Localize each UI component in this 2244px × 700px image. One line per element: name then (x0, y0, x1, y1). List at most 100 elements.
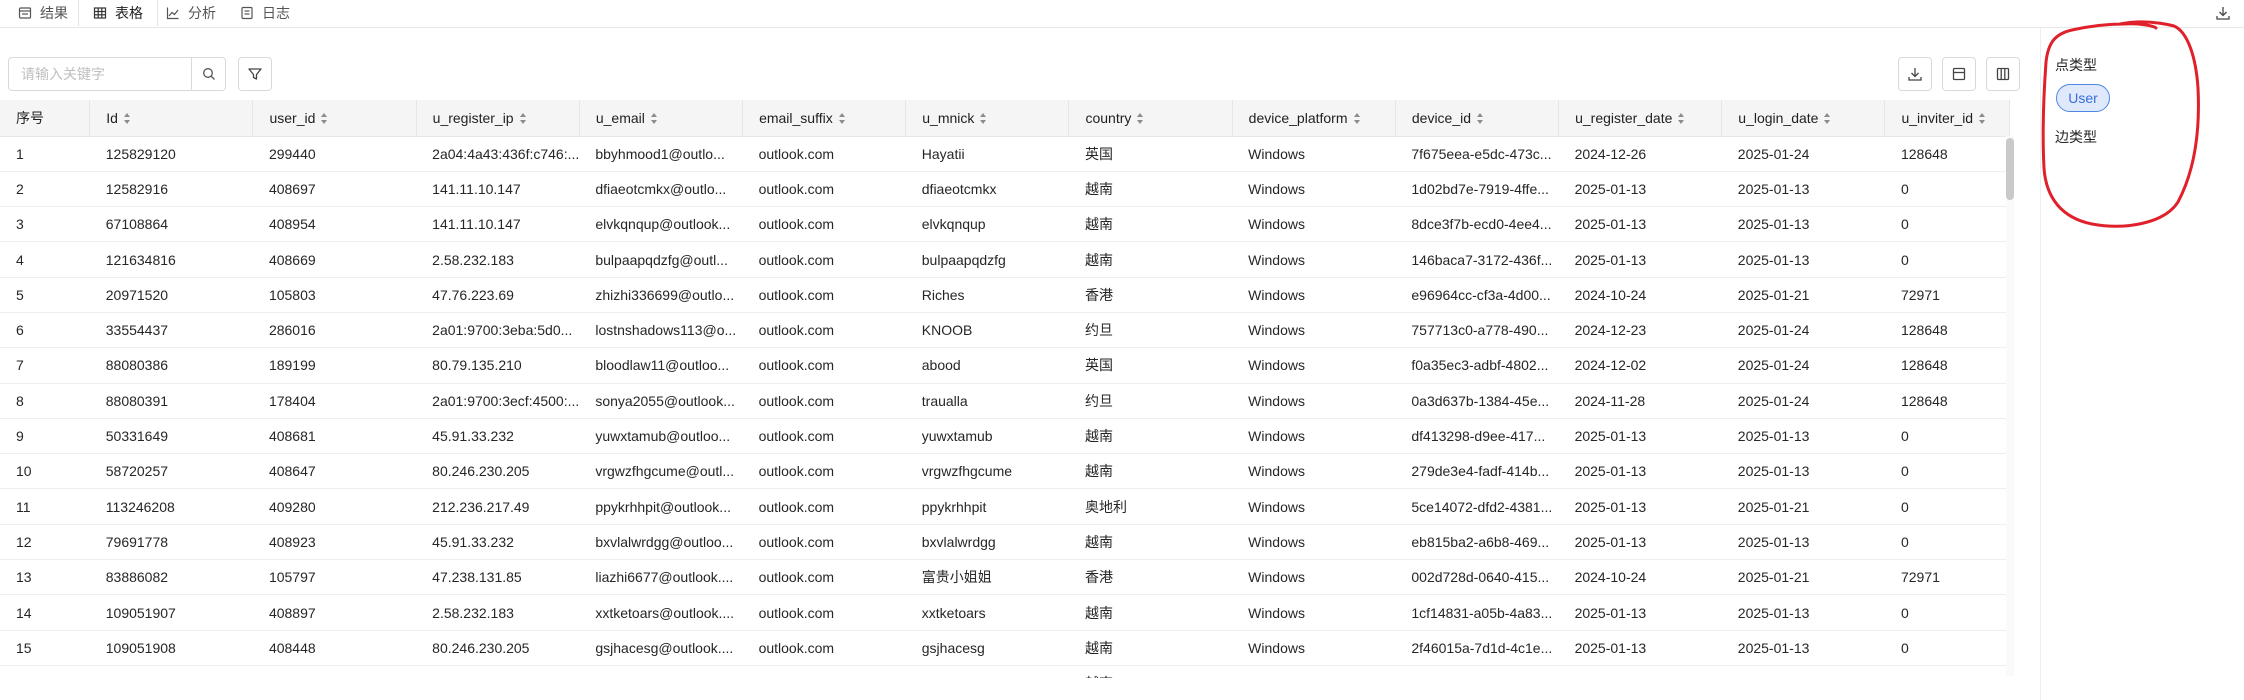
table-row[interactable]: 2 12582916 408697 141.11.10.147 dfiaeotcmkx@… (0, 171, 2010, 208)
table-row[interactable]: 14 109051907 408897 2.58.232.183 xxtketoars@… (0, 594, 2010, 631)
sort-icon[interactable] (1353, 113, 1360, 125)
table-cell: 0 (1884, 418, 2010, 455)
table-cell: 越南 (1068, 453, 1233, 490)
column-header[interactable]: email_suffix (742, 100, 907, 137)
table-cell: 2.58.232.183 (416, 241, 580, 278)
scrollbar-thumb[interactable] (2006, 138, 2014, 200)
table-row[interactable]: 16117440513408333141.11.10.147rvthprcak@… (0, 665, 2010, 678)
export-button[interactable] (1898, 57, 1932, 91)
table-cell: 5ce14072-dfd2-4381... (1395, 488, 1559, 525)
download-all-button[interactable] (2212, 2, 2234, 24)
table-row[interactable]: 13 83886082 105797 47.238.131.85 liazhi6677@… (0, 559, 2010, 596)
sort-icon[interactable] (321, 113, 328, 125)
table-cell: rvthprcak (905, 665, 1069, 678)
table-cell: 2f46015a-7d1d-4c1e... (1395, 630, 1559, 666)
column-header[interactable]: u_register_date (1558, 100, 1723, 137)
column-header[interactable]: 序号 (0, 100, 91, 137)
column-header[interactable]: u_register_ip (416, 100, 580, 137)
table-row[interactable]: 7 88080386 189199 80.79.135.210 bloodlaw11@o… (0, 347, 2010, 384)
sort-icon[interactable] (980, 113, 987, 125)
table-cell: yuwxtamub (905, 418, 1069, 455)
column-header[interactable]: u_email (579, 100, 744, 137)
filter-button[interactable] (238, 57, 272, 91)
sort-icon[interactable] (1678, 113, 1685, 125)
table-cell: 越南 (1068, 524, 1233, 561)
sort-icon[interactable] (838, 113, 845, 125)
table-cell: Windows (1232, 347, 1396, 384)
table-cell: Windows (1232, 630, 1396, 666)
search-icon (202, 68, 215, 80)
table-cell: 2025-01-24 (1721, 347, 1885, 384)
table-cell: Windows (1232, 418, 1396, 455)
tab-result[interactable]: 结果 (4, 0, 82, 26)
table-cell: ppykrhhpit (905, 488, 1069, 525)
table-cell: 113246208 (89, 488, 253, 525)
column-header-label: u_mnick (922, 109, 975, 126)
table-cell: 2025-01-13 (1558, 418, 1722, 455)
table-cell: 英国 (1068, 136, 1233, 172)
table-row[interactable]: 9 50331649 408681 45.91.33.232 yuwxtamub@out… (0, 418, 2010, 455)
tab-log[interactable]: 日志 (226, 0, 304, 26)
table-row[interactable]: 5 20971520 105803 47.76.223.69 zhizhi336699@… (0, 277, 2010, 313)
table-cell: eb815ba2-a6b8-469... (1395, 524, 1559, 561)
sort-icon[interactable] (123, 113, 130, 125)
column-header[interactable]: u_inviter_id (1884, 100, 2010, 137)
table-cell: 67108864 (89, 206, 253, 243)
sort-icon[interactable] (1477, 113, 1484, 125)
table-row[interactable]: 4 121634816 408669 2.58.232.183 bulpaapqdzfg… (0, 241, 2010, 278)
table-cell: 408923 (252, 524, 417, 561)
table-row[interactable]: 6 33554437 286016 2a01:9700:3eba:5d0... lost… (0, 312, 2010, 349)
table-cell: 0 (1884, 171, 2010, 208)
table-row[interactable]: 8 88080391 178404 2a01:9700:3ecf:4500:... so… (0, 383, 2010, 419)
table-row[interactable]: 1 125829120 299440 2a04:4a43:436f:c746:... b… (0, 136, 2010, 172)
column-header[interactable]: device_platform (1232, 100, 1396, 137)
table-header-row: 序号 Id user_id u_register_ip u_email email_suf… (0, 100, 2010, 137)
tab-table[interactable]: 表格 (78, 0, 158, 26)
table-cell: 11 (0, 488, 90, 525)
table-cell: 2025-01-13 (1721, 241, 1885, 278)
sort-icon[interactable] (519, 113, 526, 125)
column-settings-button[interactable] (1986, 57, 2020, 91)
row-height-button[interactable] (1942, 57, 1976, 91)
sort-icon[interactable] (1824, 113, 1831, 125)
column-header-label: u_email (595, 109, 645, 126)
table-cell: outlook.com (742, 277, 906, 313)
sort-icon[interactable] (1137, 113, 1144, 125)
table-cell: 286016 (252, 312, 417, 349)
column-header[interactable]: device_id (1395, 100, 1560, 137)
column-header[interactable]: u_login_date (1721, 100, 1886, 137)
table-cell: 105797 (252, 559, 417, 596)
table-row[interactable]: 15 109051908 408448 80.246.230.205 gsjhacesg… (0, 630, 2010, 666)
table-cell: 2025-01-13 (1558, 630, 1722, 666)
tab-analysis[interactable]: 分析 (152, 0, 230, 26)
sort-icon[interactable] (650, 113, 657, 125)
table-cell: 178404 (252, 383, 417, 419)
table-row[interactable]: 11 113246208 409280 212.236.217.49 ppykrhhpi… (0, 488, 2010, 525)
table-cell: outlook.com (742, 206, 906, 243)
table-cell: e96964cc-cf3a-4d00... (1395, 277, 1559, 313)
table-cell: 2025-01-13 (1721, 630, 1885, 666)
column-header[interactable]: u_mnick (905, 100, 1070, 137)
table-row[interactable]: 12 79691778 408923 45.91.33.232 bxvlalwrdgg@… (0, 524, 2010, 561)
search-input[interactable] (9, 58, 193, 90)
table-scrollbar[interactable] (2006, 136, 2014, 676)
column-header[interactable]: Id (89, 100, 254, 137)
node-type-chip-user[interactable]: User (2056, 84, 2110, 112)
column-header[interactable]: country (1068, 100, 1233, 137)
search-button[interactable] (191, 58, 225, 90)
column-header[interactable]: user_id (252, 100, 417, 137)
table-cell: Windows (1232, 559, 1396, 596)
table-cell: 越南 (1068, 206, 1233, 243)
table-cell: 8dce3f7b-ecd0-4ee4... (1395, 206, 1559, 243)
table-cell: 4 (0, 241, 90, 278)
table-cell: 408448 (252, 630, 417, 666)
table-cell: 141.11.10.147 (416, 171, 580, 208)
table-cell: 7f675eea-e5dc-473c... (1395, 136, 1559, 172)
table-cell: KNOOB (905, 312, 1069, 349)
sort-icon[interactable] (1979, 113, 1986, 125)
table-cell: 80.246.230.205 (416, 453, 580, 490)
table-row[interactable]: 10 58720257 408647 80.246.230.205 vrgwzfhgcu… (0, 453, 2010, 490)
table-row[interactable]: 3 67108864 408954 141.11.10.147 elvkqnqup@ou… (0, 206, 2010, 243)
table-body: 1 125829120 299440 2a04:4a43:436f:c746:... b… (0, 136, 2010, 678)
table-cell: bxvlalwrdgg@outloo... (579, 524, 743, 561)
